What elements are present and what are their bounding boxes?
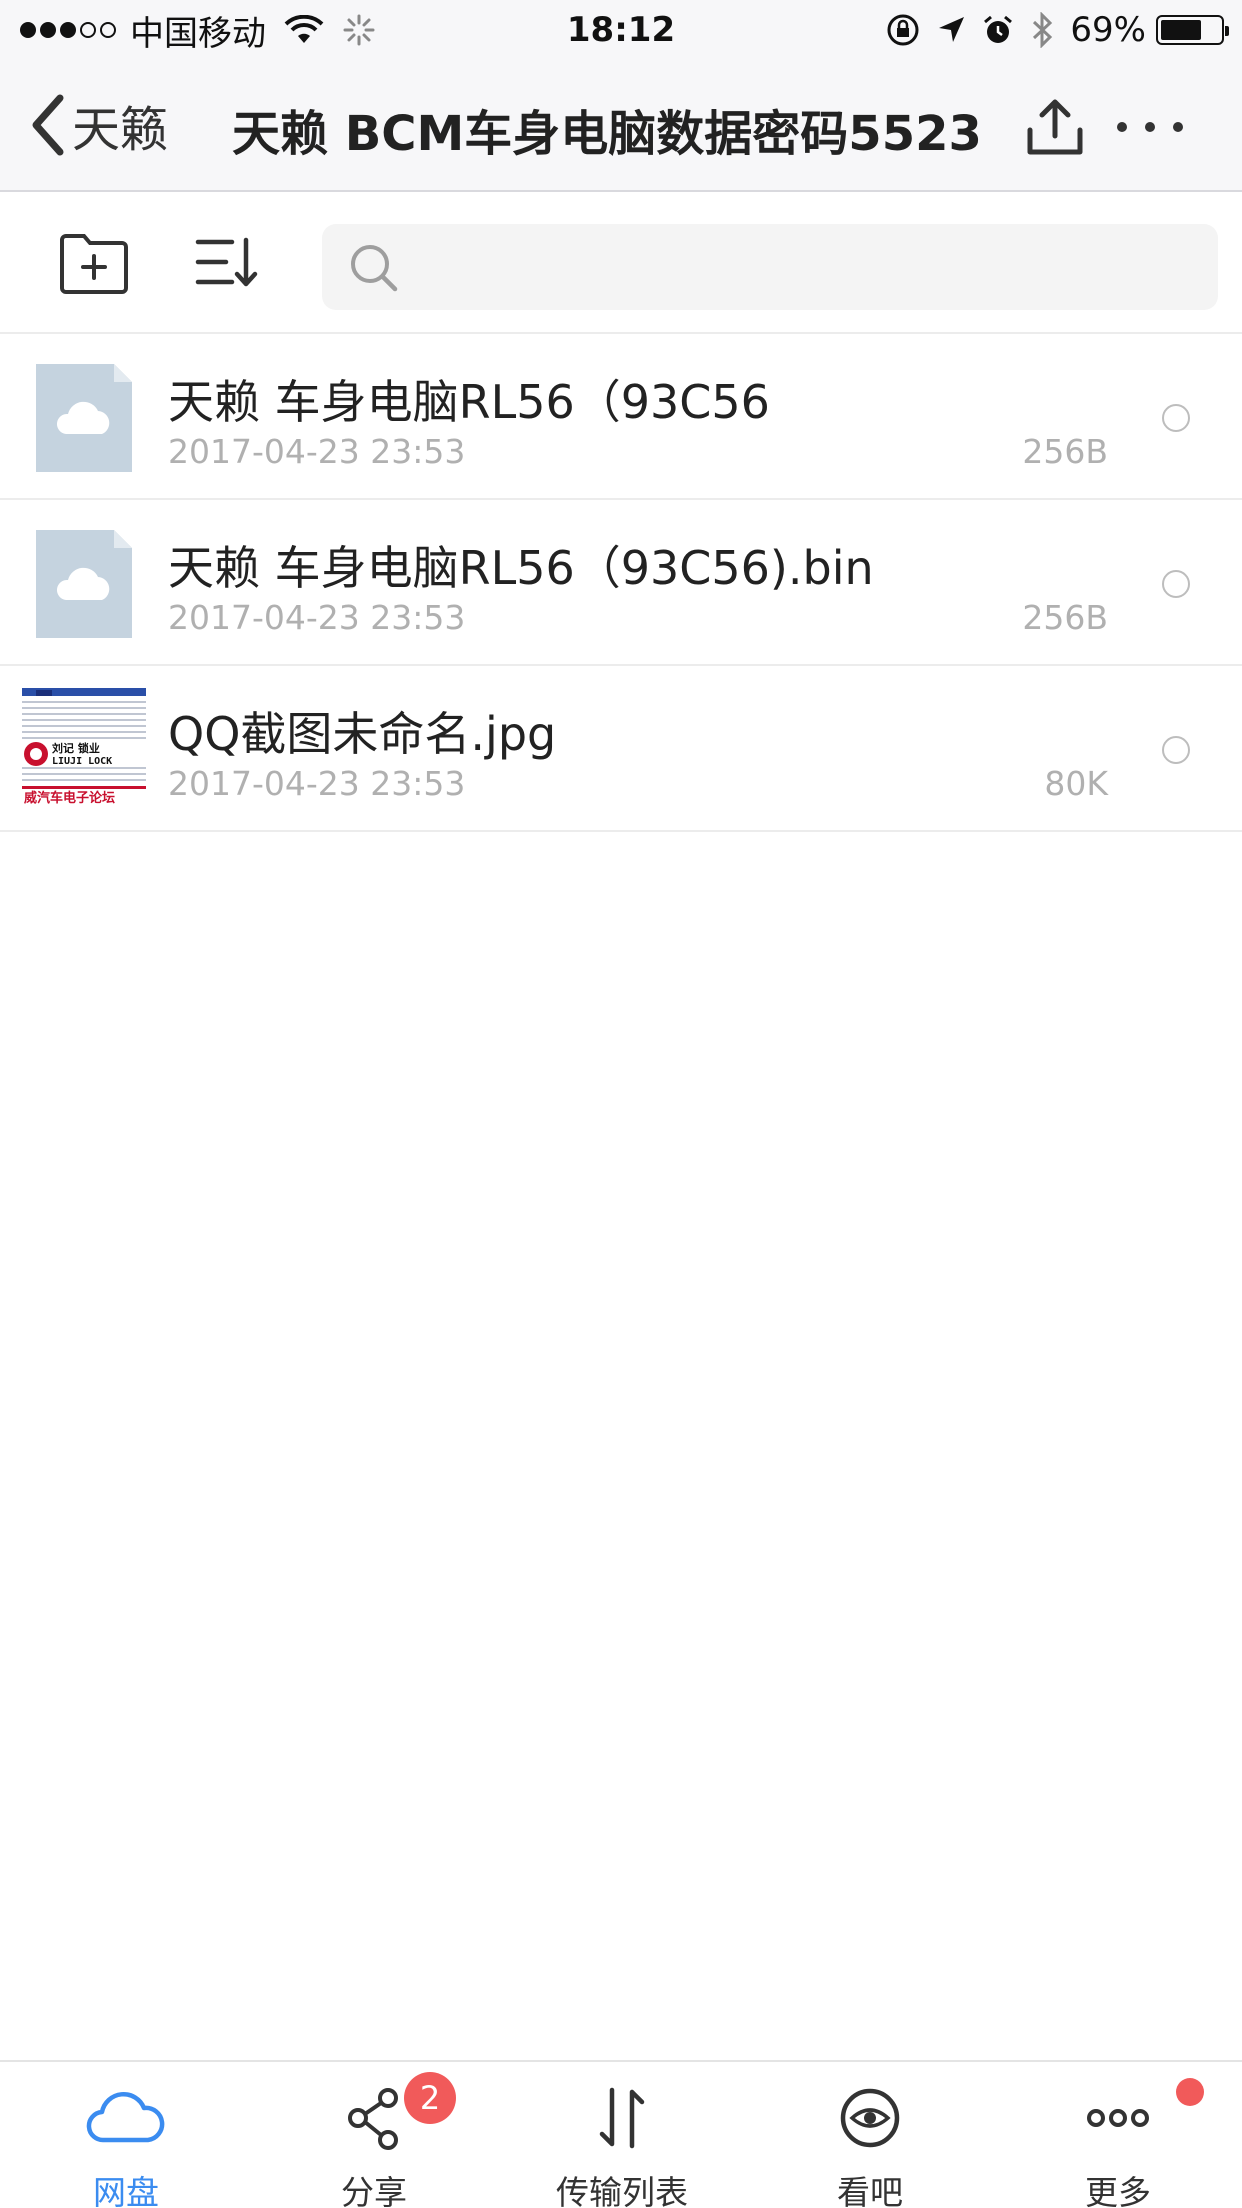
search-input[interactable] — [412, 224, 1192, 310]
tab-watch[interactable]: 看吧 — [746, 2062, 994, 2208]
svg-text:刘记 锁业: 刘记 锁业 — [52, 741, 100, 755]
file-row[interactable]: 刘记 锁业 LIUJI LOCK 威汽车电子论坛 QQ截图未命名.jpg 201… — [0, 666, 1242, 832]
file-date: 2017-04-23 23:53 — [168, 764, 466, 803]
back-button[interactable]: 天籁 — [30, 90, 168, 160]
cloud-file-icon — [36, 364, 132, 472]
tab-label: 看吧 — [837, 2173, 903, 2208]
svg-text:LIUJI LOCK: LIUJI LOCK — [52, 756, 112, 767]
back-label: 天籁 — [72, 102, 169, 158]
select-checkbox[interactable] — [1162, 736, 1190, 764]
search-box[interactable] — [322, 224, 1218, 310]
file-size: 256B — [1022, 432, 1108, 471]
status-right: 69% — [870, 10, 1229, 50]
carrier-name: 中国移动 — [130, 13, 266, 54]
more-dots-icon[interactable] — [1112, 110, 1188, 144]
rotation-lock-icon — [887, 14, 919, 46]
file-size: 80K — [1044, 764, 1108, 803]
file-date: 2017-04-23 23:53 — [168, 598, 466, 637]
bluetooth-icon — [1033, 12, 1053, 48]
new-folder-icon[interactable] — [58, 230, 130, 296]
tab-label: 分享 — [341, 2173, 407, 2208]
file-row[interactable]: 天赖 车身电脑RL56（93C56).bin 2017-04-23 23:53 … — [0, 500, 1242, 666]
eye-icon — [840, 2088, 900, 2148]
notification-badge: 2 — [404, 2072, 456, 2124]
battery-icon — [1156, 15, 1229, 45]
select-checkbox[interactable] — [1162, 570, 1190, 598]
loading-spinner-icon — [343, 14, 375, 46]
file-name: QQ截图未命名.jpg — [168, 707, 557, 761]
notification-dot — [1176, 2078, 1204, 2106]
tab-share[interactable]: 2 分享 — [250, 2062, 498, 2208]
file-size: 256B — [1022, 598, 1108, 637]
search-icon — [351, 245, 398, 292]
image-thumbnail: 刘记 锁业 LIUJI LOCK 威汽车电子论坛 — [22, 688, 146, 806]
svg-text:威汽车电子论坛: 威汽车电子论坛 — [24, 790, 115, 806]
wifi-icon — [284, 15, 324, 43]
file-row[interactable]: 天赖 车身电脑RL56（93C56 2017-04-23 23:53 256B — [0, 334, 1242, 500]
tab-label: 传输列表 — [556, 2173, 688, 2208]
page-title: 天赖 BCM车身电脑数据密码5523 — [232, 106, 982, 162]
sort-icon[interactable] — [194, 234, 260, 290]
signal-strength-icon — [20, 22, 120, 38]
cloud-icon — [86, 2091, 165, 2143]
file-name: 天赖 车身电脑RL56（93C56).bin — [168, 541, 874, 595]
cloud-file-icon — [36, 530, 132, 638]
battery-percent: 69% — [1070, 10, 1146, 50]
location-arrow-icon — [939, 17, 965, 42]
tab-transfer-list[interactable]: 传输列表 — [498, 2062, 746, 2208]
tab-label: 网盘 — [93, 2173, 159, 2208]
upload-icon[interactable] — [1024, 96, 1086, 158]
more-icon — [1087, 2109, 1149, 2127]
navigation-bar: 天籁 天赖 BCM车身电脑数据密码5523 — [0, 60, 1242, 192]
tab-netdisk[interactable]: 网盘 — [2, 2062, 250, 2208]
file-list: 天赖 车身电脑RL56（93C56 2017-04-23 23:53 256B … — [0, 334, 1242, 832]
select-checkbox[interactable] — [1162, 404, 1190, 432]
transfer-icon — [599, 2087, 645, 2149]
tab-bar: 网盘 2 分享 传输列表 看吧 更多 — [0, 2060, 1242, 2208]
file-name: 天赖 车身电脑RL56（93C56 — [168, 375, 770, 429]
file-toolbar — [0, 194, 1242, 334]
tab-more[interactable]: 更多 — [994, 2062, 1242, 2208]
alarm-icon — [984, 15, 1013, 43]
status-left: 中国移动 — [20, 10, 376, 54]
share-icon — [348, 2088, 398, 2150]
tab-label: 更多 — [1085, 2173, 1151, 2208]
file-date: 2017-04-23 23:53 — [168, 432, 466, 471]
back-chevron-icon — [32, 94, 64, 156]
status-bar: 中国移动 18:12 69% — [0, 0, 1242, 60]
